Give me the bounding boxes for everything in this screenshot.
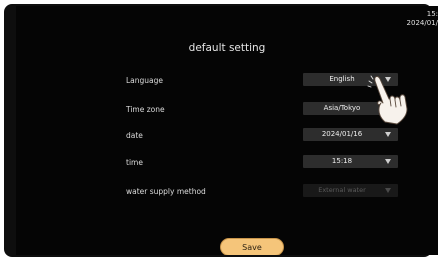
timezone-label: Time zone: [126, 105, 165, 114]
pointing-hand-icon: [367, 75, 408, 125]
time-value: 15:18: [331, 157, 353, 165]
settings-screen: 15: 2024/01/ default setting Language En…: [16, 6, 438, 255]
water-supply-select: External water: [303, 184, 398, 197]
dropdown-caret-icon: [385, 159, 391, 164]
water-supply-label: water supply method: [126, 187, 206, 196]
date-label: date: [126, 131, 143, 140]
water-supply-value: External water: [318, 186, 366, 194]
status-date: 2024/01/: [406, 19, 438, 27]
language-label: Language: [126, 76, 164, 85]
status-clock: 15: 2024/01/: [407, 10, 438, 28]
status-time: 15:: [426, 10, 438, 18]
dropdown-caret-icon: [385, 188, 391, 193]
dropdown-caret-icon: [385, 132, 391, 137]
date-select[interactable]: 2024/01/16: [303, 128, 398, 141]
save-button[interactable]: Save: [220, 238, 284, 255]
time-label: time: [126, 158, 143, 167]
date-value: 2024/01/16: [321, 130, 363, 138]
page-title: default setting: [188, 42, 266, 54]
time-select[interactable]: 15:18: [303, 155, 398, 168]
